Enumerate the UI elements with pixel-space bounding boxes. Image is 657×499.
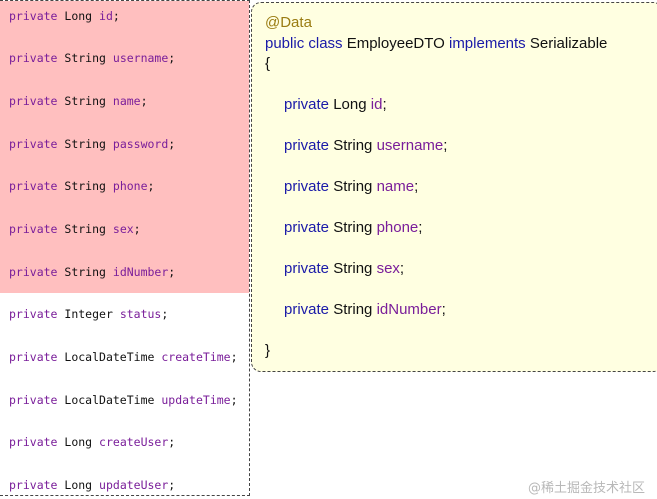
field-name: createTime [161,350,231,364]
type: Long [64,435,93,449]
type: Long [333,96,367,113]
type: String [64,179,106,193]
keyword: private [9,393,58,407]
keyword: private [9,9,58,23]
code-line-status: private Integer status; [9,307,169,321]
keyword: private [9,350,58,364]
keyword: private [9,137,58,151]
keyword: private [9,51,58,65]
code-line-updatetime: private LocalDateTime updateTime; [9,393,238,407]
class-name: EmployeeDTO [346,35,445,52]
type: String [333,260,373,277]
public-class-keyword: public class [265,35,343,52]
field-name: name [112,94,141,108]
keyword: private [9,265,58,279]
keyword: private [9,307,58,321]
keyword: private [284,137,330,154]
code-line-idnumber: private String idNumber; [9,265,176,279]
type: LocalDateTime [64,393,155,407]
keyword: private [9,222,58,236]
type: String [64,265,106,279]
dto-field-phone: private String phone; [284,219,423,236]
field-name: id [370,96,383,113]
interface-name: Serializable [529,35,608,52]
dto-field-name: private String name; [284,178,419,195]
field-name: status [119,307,162,321]
dto-field-sex: private String sex; [284,260,405,277]
type: Long [64,478,93,492]
dto-code-note: @Data public class EmployeeDTO implement… [251,2,657,372]
type: Long [64,9,93,23]
code-line-id: private Long id; [9,9,120,23]
keyword: private [284,260,330,277]
keyword: private [284,219,330,236]
type: String [333,219,373,236]
field-name: phone [376,219,419,236]
keyword: private [284,301,330,318]
field-name: sex [112,222,134,236]
field-name: updateTime [161,393,231,407]
code-line-password: private String password; [9,137,176,151]
keyword: private [9,478,58,492]
type: LocalDateTime [64,350,155,364]
code-line-name: private String name; [9,94,148,108]
field-name: id [99,9,113,23]
code-line-createuser: private Long createUser; [9,435,176,449]
code-line-sex: private String sex; [9,222,141,236]
field-name: idNumber [112,265,169,279]
keyword: private [9,94,58,108]
type: String [333,137,373,154]
field-name: name [376,178,415,195]
class-declaration: public class EmployeeDTO implements Seri… [265,35,607,53]
field-name: phone [112,179,148,193]
field-name: password [112,137,169,151]
type: String [64,51,106,65]
keyword: private [9,179,58,193]
keyword: private [284,178,330,195]
type: String [64,137,106,151]
implements-keyword: implements [448,35,526,52]
keyword: private [284,96,330,113]
type: String [333,178,373,195]
left-code-panel: private Long id; private String username… [0,0,250,496]
dto-field-username: private String username; [284,137,448,154]
field-name: username [376,137,444,154]
field-name: username [112,51,169,65]
type: Integer [64,307,113,321]
close-brace: } [265,342,271,359]
field-name: updateUser [99,478,169,492]
field-name: idNumber [376,301,442,318]
annotation-data: @Data [265,14,312,31]
watermark: @稀土掘金技术社区 [528,481,646,496]
dto-field-id: private Long id; [284,96,387,113]
code-line-updateuser: private Long updateUser; [9,478,176,492]
field-name: sex [376,260,400,277]
dto-field-idnumber: private String idNumber; [284,301,446,318]
type: String [64,222,106,236]
type: String [333,301,373,318]
open-brace: { [265,55,271,72]
field-name: createUser [99,435,169,449]
type: String [64,94,106,108]
code-line-phone: private String phone; [9,179,155,193]
code-line-createtime: private LocalDateTime createTime; [9,350,238,364]
keyword: private [9,435,58,449]
code-line-username: private String username; [9,51,176,65]
